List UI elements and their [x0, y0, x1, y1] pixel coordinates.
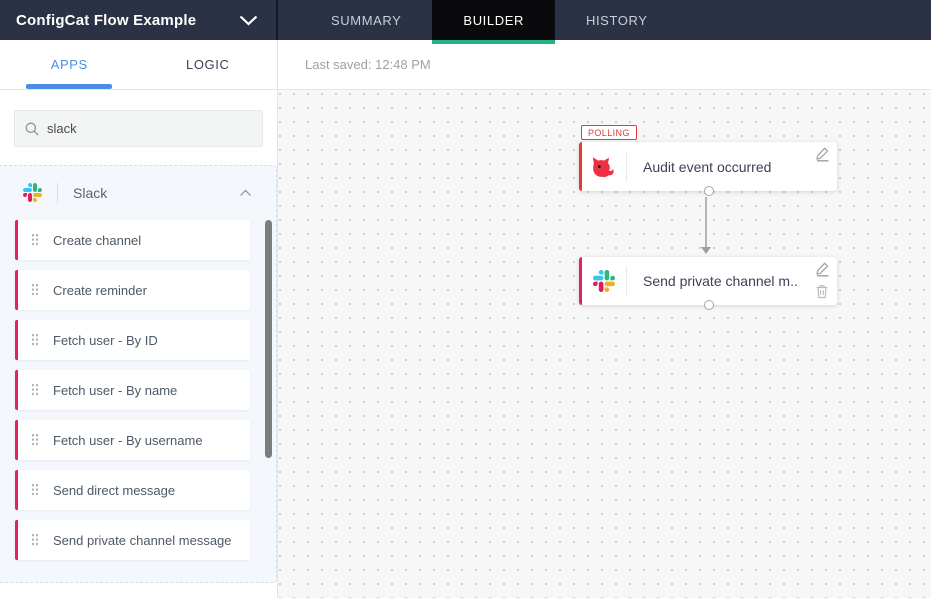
- list-item-fetch-user-by-username[interactable]: Fetch user - By username: [15, 420, 250, 460]
- list-item-create-channel[interactable]: Create channel: [15, 220, 250, 260]
- tab-apps[interactable]: APPS: [0, 40, 139, 89]
- flow-title-bar[interactable]: ConfigCat Flow Example: [0, 0, 278, 40]
- polling-badge: POLLING: [581, 125, 637, 140]
- sidebar-scrollbar[interactable]: [265, 220, 272, 458]
- connector-arrow: [705, 197, 707, 247]
- divider: [57, 183, 58, 203]
- list-item-send-direct-message[interactable]: Send direct message: [15, 470, 250, 510]
- slack-logo-icon: [23, 183, 42, 202]
- drag-handle-icon[interactable]: [31, 483, 40, 497]
- tab-builder[interactable]: BUILDER: [432, 0, 555, 40]
- drag-handle-icon[interactable]: [31, 433, 40, 447]
- search-icon: [25, 122, 39, 136]
- node-label: Audit event occurred: [627, 159, 771, 175]
- tab-summary[interactable]: SUMMARY: [300, 0, 432, 40]
- header-tabs: SUMMARY BUILDER HISTORY: [300, 0, 679, 40]
- app-search-box[interactable]: [14, 110, 263, 147]
- slack-logo-icon: [582, 270, 626, 292]
- node-label: Send private channel m...: [627, 273, 797, 289]
- edit-icon[interactable]: [814, 146, 830, 162]
- tab-logic[interactable]: LOGIC: [139, 40, 278, 89]
- node-send-private-channel-message[interactable]: Send private channel m...: [579, 257, 837, 305]
- drag-handle-icon[interactable]: [31, 233, 40, 247]
- top-bar: ConfigCat Flow Example SUMMARY BUILDER H…: [0, 0, 931, 40]
- drag-handle-icon[interactable]: [31, 383, 40, 397]
- slack-action-list: Create channel Create reminder Fetch use…: [0, 219, 276, 560]
- list-item-create-reminder[interactable]: Create reminder: [15, 270, 250, 310]
- output-port[interactable]: [704, 300, 714, 310]
- edit-icon[interactable]: [814, 261, 830, 277]
- main-body: Slack Create channel Create reminder: [0, 90, 931, 598]
- search-input[interactable]: [47, 121, 252, 136]
- flow-canvas[interactable]: POLLING Audit event occurred: [278, 90, 931, 598]
- configcat-logo-icon: [582, 156, 626, 178]
- trash-icon[interactable]: [814, 283, 830, 299]
- list-item-send-private-channel-message[interactable]: Send private channel message: [15, 520, 250, 560]
- output-port[interactable]: [704, 186, 714, 196]
- sidebar-tabs: APPS LOGIC: [0, 40, 278, 90]
- apps-sidebar: Slack Create channel Create reminder: [0, 90, 278, 598]
- drag-handle-icon[interactable]: [31, 533, 40, 547]
- slack-app-group: Slack Create channel Create reminder: [0, 165, 277, 583]
- list-item-fetch-user-by-id[interactable]: Fetch user - By ID: [15, 320, 250, 360]
- flow-title: ConfigCat Flow Example: [16, 12, 196, 29]
- list-item-fetch-user-by-name[interactable]: Fetch user - By name: [15, 370, 250, 410]
- node-audit-event-occurred[interactable]: Audit event occurred: [579, 142, 837, 191]
- app-window: ConfigCat Flow Example SUMMARY BUILDER H…: [0, 0, 931, 598]
- chevron-down-icon[interactable]: [239, 15, 258, 26]
- slack-group-header[interactable]: Slack: [0, 166, 276, 219]
- drag-handle-icon[interactable]: [31, 283, 40, 297]
- chevron-up-icon[interactable]: [239, 184, 252, 202]
- last-saved-text: Last saved: 12:48 PM: [305, 57, 431, 72]
- save-status-bar: Last saved: 12:48 PM: [278, 40, 931, 90]
- slack-group-label: Slack: [73, 185, 239, 201]
- sub-header: APPS LOGIC Last saved: 12:48 PM: [0, 40, 931, 90]
- drag-handle-icon[interactable]: [31, 333, 40, 347]
- tab-history[interactable]: HISTORY: [555, 0, 679, 40]
